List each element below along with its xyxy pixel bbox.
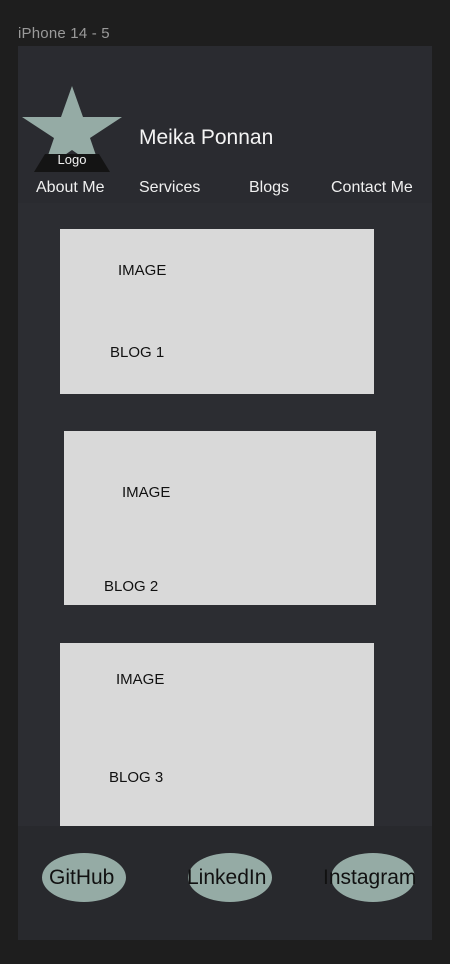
blog-card-2[interactable]: IMAGE BLOG 2 (64, 431, 376, 605)
phone-frame: Logo Meika Ponnan About Me Services Blog… (18, 46, 432, 940)
site-title: Meika Ponnan (139, 126, 274, 149)
nav-about-me[interactable]: About Me (36, 179, 104, 197)
blog-image-placeholder: IMAGE (122, 484, 171, 501)
nav-contact-me[interactable]: Contact Me (331, 179, 413, 197)
blog-title: BLOG 3 (109, 769, 164, 786)
blog-image-placeholder: IMAGE (116, 671, 165, 688)
blog-card-3[interactable]: IMAGE BLOG 3 (60, 643, 374, 826)
linkedin-label[interactable]: LinkedIn (187, 866, 266, 890)
blog-title: BLOG 1 (110, 344, 165, 361)
logo[interactable]: Logo (20, 84, 124, 174)
header: Logo Meika Ponnan About Me Services Blog… (18, 46, 432, 203)
frame-label: iPhone 14 - 5 (18, 25, 110, 42)
logo-label: Logo (57, 152, 87, 167)
instagram-label[interactable]: Instagram (323, 866, 416, 890)
blog-title: BLOG 2 (104, 578, 159, 595)
nav-blogs[interactable]: Blogs (249, 179, 289, 197)
design-canvas: iPhone 14 - 5 Logo Meika Ponnan About Me… (0, 0, 450, 964)
nav-services[interactable]: Services (139, 179, 200, 197)
blog-image-placeholder: IMAGE (118, 262, 167, 279)
github-label[interactable]: GitHub (49, 866, 114, 890)
blog-card-1[interactable]: IMAGE BLOG 1 (60, 229, 374, 394)
footer: GitHub LinkedIn Instagram (18, 826, 432, 940)
